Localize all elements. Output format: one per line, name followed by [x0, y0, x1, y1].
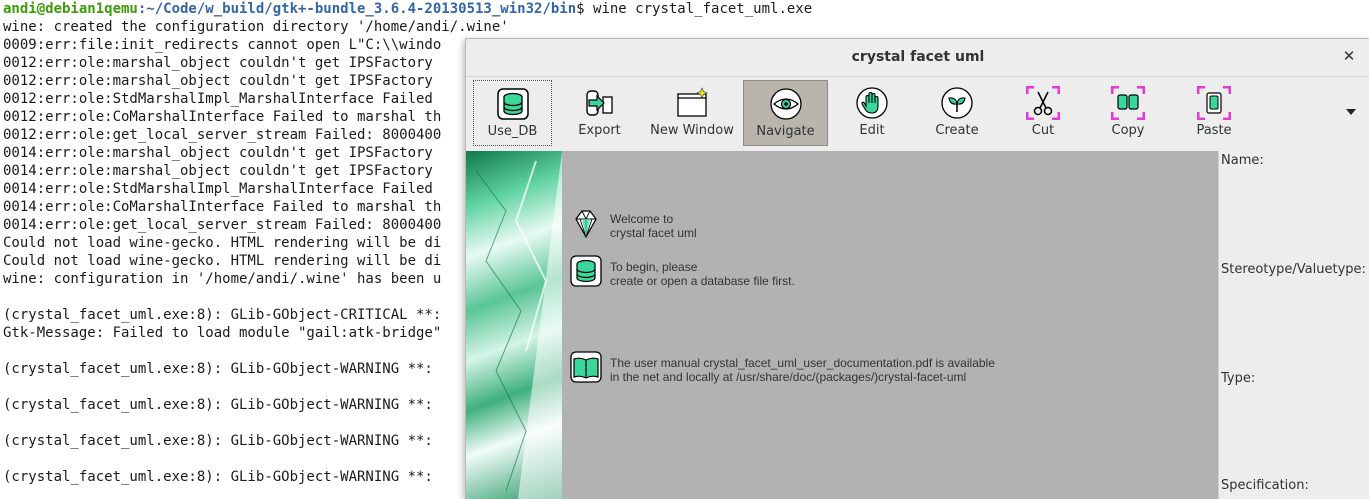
- copy-label: Copy: [1111, 123, 1145, 138]
- terminal-line: Gtk-Message: Failed to load module "gail…: [3, 325, 442, 341]
- eye-icon: [769, 88, 802, 120]
- stereotype-label: Stereotype/Valuetype:: [1221, 262, 1366, 277]
- new-window-label: New Window: [650, 123, 734, 138]
- copy-icon: [1111, 86, 1145, 120]
- terminal-line: 0012:err:ole:marshal_object couldn't get…: [3, 55, 433, 71]
- create-button[interactable]: Create: [921, 80, 993, 146]
- crystal-decoration-image: [466, 151, 562, 499]
- terminal-line: Could not load wine-gecko. HTML renderin…: [3, 235, 442, 251]
- terminal-line: (crystal_facet_uml.exe:8): GLib-GObject-…: [3, 361, 433, 377]
- database-icon: [496, 88, 529, 120]
- terminal-line: (crystal_facet_uml.exe:8): GLib-GObject-…: [3, 307, 442, 323]
- paste-button[interactable]: Paste: [1179, 80, 1249, 146]
- specification-label: Specification:: [1221, 478, 1309, 493]
- terminal-line: (crystal_facet_uml.exe:8): GLib-GObject-…: [3, 397, 433, 413]
- terminal-line: Could not load wine-gecko. HTML renderin…: [3, 253, 442, 269]
- export-button[interactable]: Export: [560, 80, 639, 146]
- terminal-line: 0014:err:ole:CoMarshalInterface Failed t…: [3, 199, 442, 215]
- use-db-label: Use_DB: [487, 124, 538, 139]
- prompt-user: andi@debian1qemu: [3, 1, 138, 17]
- scissors-icon: [1026, 86, 1060, 120]
- navigate-button[interactable]: Navigate: [743, 80, 828, 146]
- window-title: crystal facet uml: [851, 49, 985, 65]
- crystal-icon: [575, 210, 597, 239]
- manual-text: The user manual crystal_facet_uml_user_d…: [610, 356, 995, 384]
- database-icon: [570, 255, 602, 287]
- terminal-line: wine: created the configuration director…: [3, 19, 509, 35]
- name-label: Name:: [1221, 153, 1264, 168]
- paste-label: Paste: [1196, 123, 1232, 138]
- properties-panel: Name: Stereotype/Valuetype: Type: Specif…: [1218, 151, 1369, 499]
- welcome-text: Welcome to crystal facet uml: [610, 212, 697, 240]
- navigate-label: Navigate: [756, 124, 815, 139]
- new-window-button[interactable]: New Window: [646, 80, 738, 146]
- terminal-line: 0014:err:ole:StdMarshalImpl_MarshalInter…: [3, 181, 433, 197]
- cut-label: Cut: [1031, 123, 1055, 138]
- toolbar: Use_DB Export New Window Navigate Edit C…: [466, 77, 1369, 150]
- terminal-line: wine: configuration in '/home/andi/.wine…: [3, 271, 442, 287]
- terminal-line: 0014:err:ole:marshal_object couldn't get…: [3, 145, 433, 161]
- hand-icon: [856, 87, 888, 119]
- terminal-line: 0012:err:ole:StdMarshalImpl_MarshalInter…: [3, 91, 433, 107]
- export-label: Export: [578, 123, 621, 138]
- app-window[interactable]: crystal facet uml ✕ Use_DB Export New Wi…: [465, 38, 1369, 499]
- chevron-down-icon[interactable]: [1346, 109, 1356, 115]
- terminal-prompt-line: andi@debian1qemu:~/Code/w_build/gtk+-bun…: [3, 0, 812, 18]
- begin-text: To begin, please create or open a databa…: [610, 260, 795, 288]
- diagram-canvas[interactable]: Welcome to crystal facet uml To begin, p…: [562, 151, 1218, 499]
- crystal-decoration-icon: [475, 151, 562, 499]
- terminal-line: (crystal_facet_uml.exe:8): GLib-GObject-…: [3, 469, 433, 485]
- close-icon[interactable]: ✕: [1340, 47, 1358, 65]
- copy-button[interactable]: Copy: [1093, 80, 1163, 146]
- type-label: Type:: [1221, 371, 1256, 386]
- edit-button[interactable]: Edit: [836, 80, 908, 146]
- terminal-line: 0014:err:ole:get_local_server_stream Fai…: [3, 217, 442, 233]
- window-titlebar[interactable]: crystal facet uml ✕: [466, 39, 1369, 77]
- export-icon: [585, 90, 613, 116]
- terminal-line: 0012:err:ole:CoMarshalInterface Failed t…: [3, 109, 442, 125]
- paste-icon: [1197, 86, 1231, 120]
- create-label: Create: [935, 123, 979, 138]
- main-content: Welcome to crystal facet uml To begin, p…: [466, 151, 1369, 499]
- terminal-line: 0012:err:ole:get_local_server_stream Fai…: [3, 127, 442, 143]
- terminal-line: (crystal_facet_uml.exe:8): GLib-GObject-…: [3, 433, 433, 449]
- prompt-path: :~/Code/w_build/gtk+-bundle_3.6.4-201305…: [137, 1, 577, 17]
- cut-button[interactable]: Cut: [1008, 80, 1078, 146]
- terminal-line: 0009:err:file:init_redirects cannot open…: [3, 37, 442, 53]
- prompt-command: $ wine crystal_facet_uml.exe: [576, 1, 813, 17]
- use-db-button[interactable]: Use_DB: [473, 80, 552, 146]
- new-window-icon: [677, 87, 708, 117]
- sprout-icon: [941, 87, 973, 119]
- terminal-line: 0014:err:ole:marshal_object couldn't get…: [3, 163, 433, 179]
- edit-label: Edit: [859, 123, 885, 138]
- terminal-line: 0012:err:ole:marshal_object couldn't get…: [3, 73, 433, 89]
- book-icon: [570, 351, 602, 383]
